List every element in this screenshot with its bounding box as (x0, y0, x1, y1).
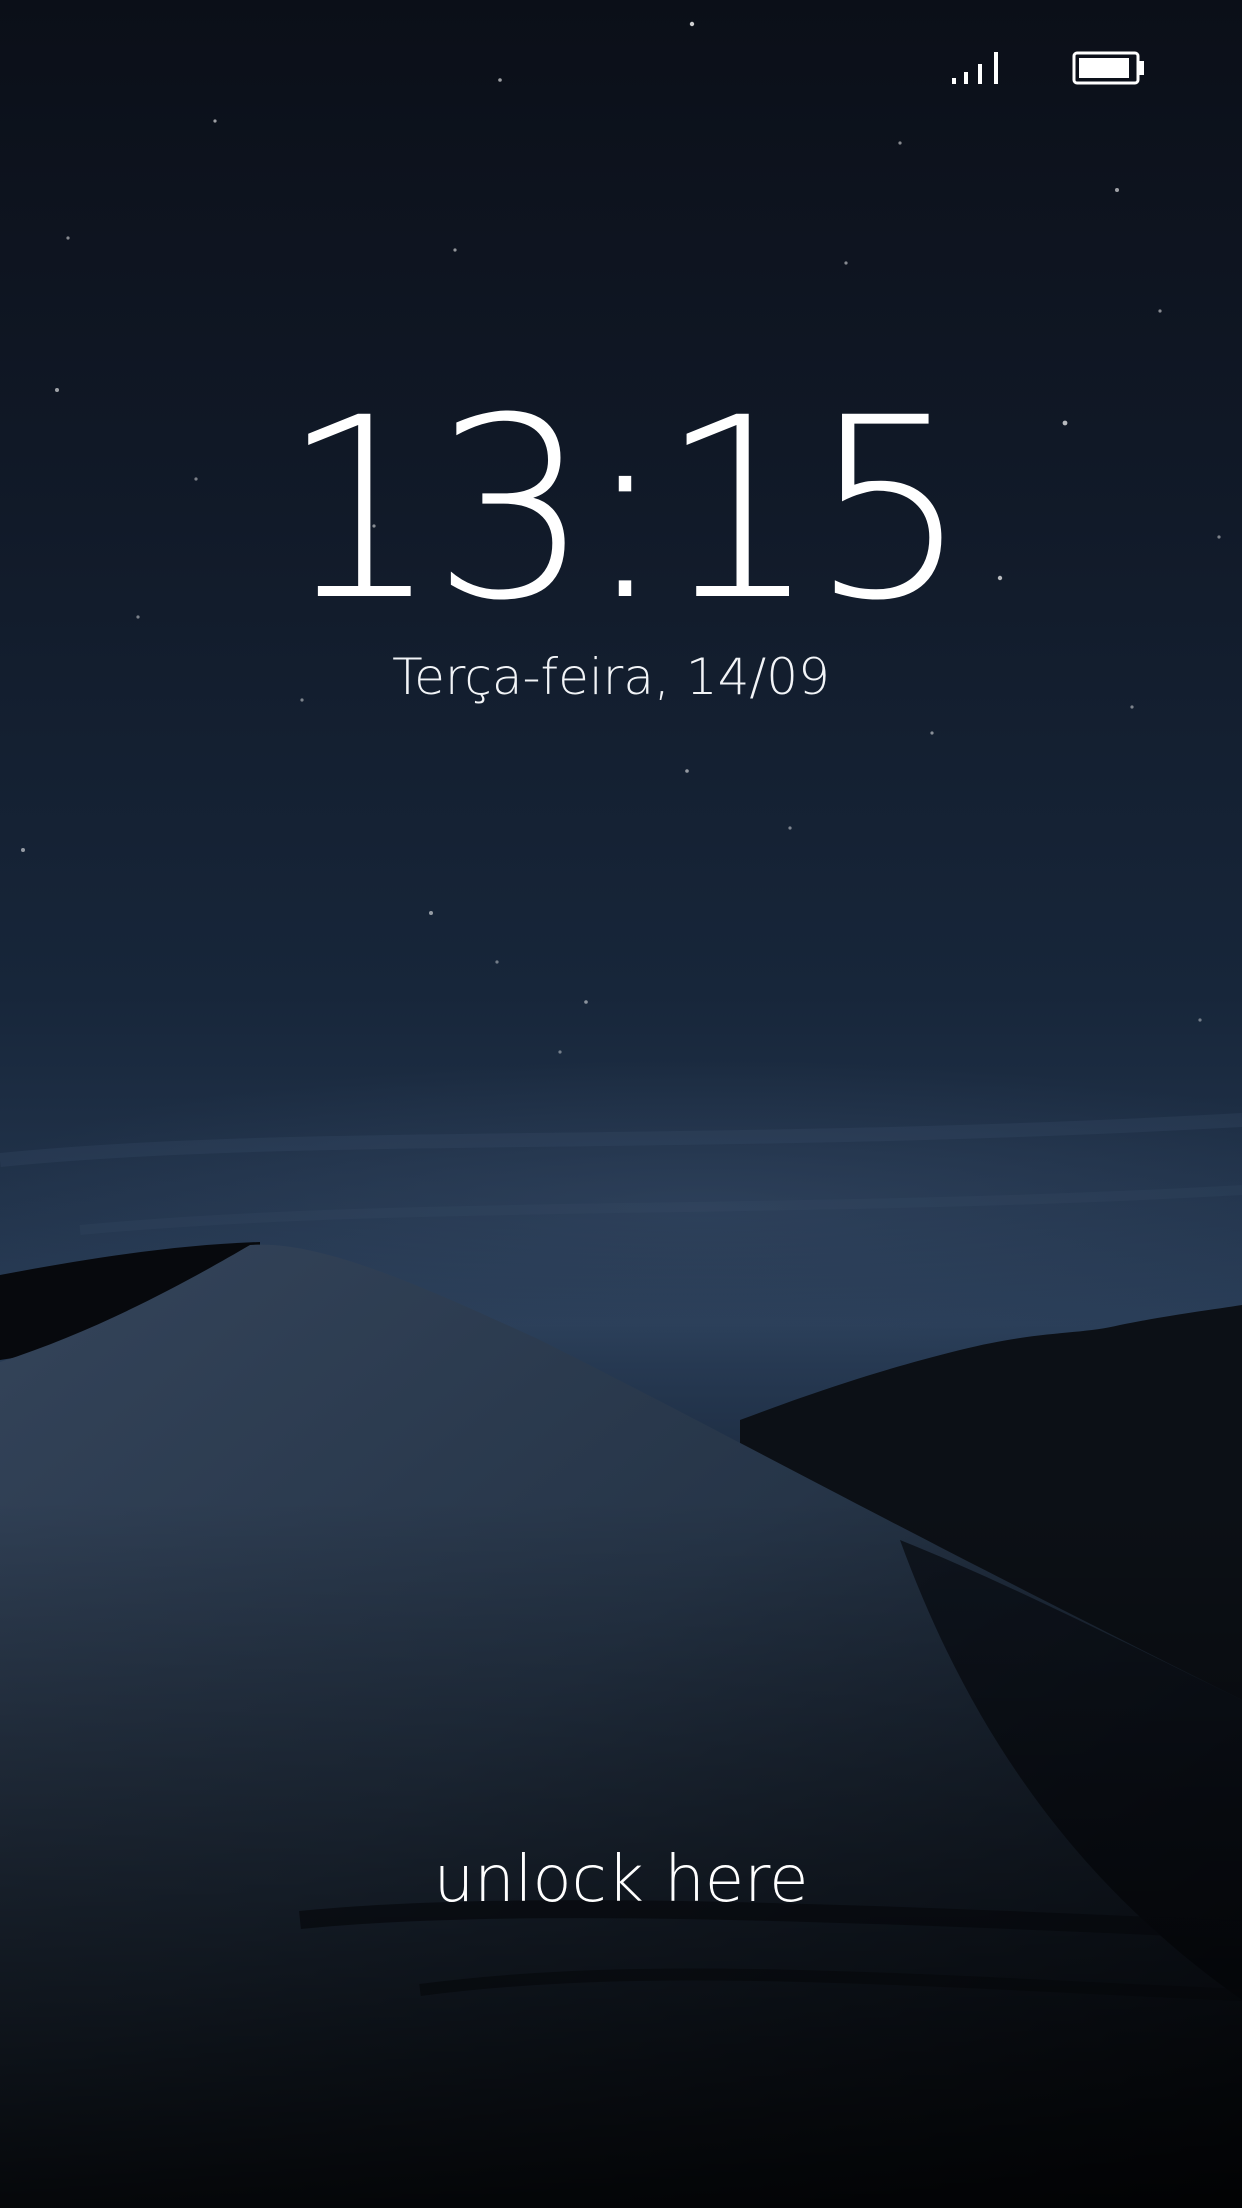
signal-strength-icon (952, 52, 998, 84)
clock-date: Terça-feira, 14/09 (392, 648, 830, 706)
unlock-button[interactable]: unlock here (0, 1840, 1242, 1920)
status-bar (0, 0, 1242, 120)
battery-low-icon (1072, 51, 1144, 85)
lock-screen: 13:15 Terça-feira, 14/09 unlock here (0, 0, 1242, 2208)
clock-time: 13:15 (280, 364, 969, 655)
